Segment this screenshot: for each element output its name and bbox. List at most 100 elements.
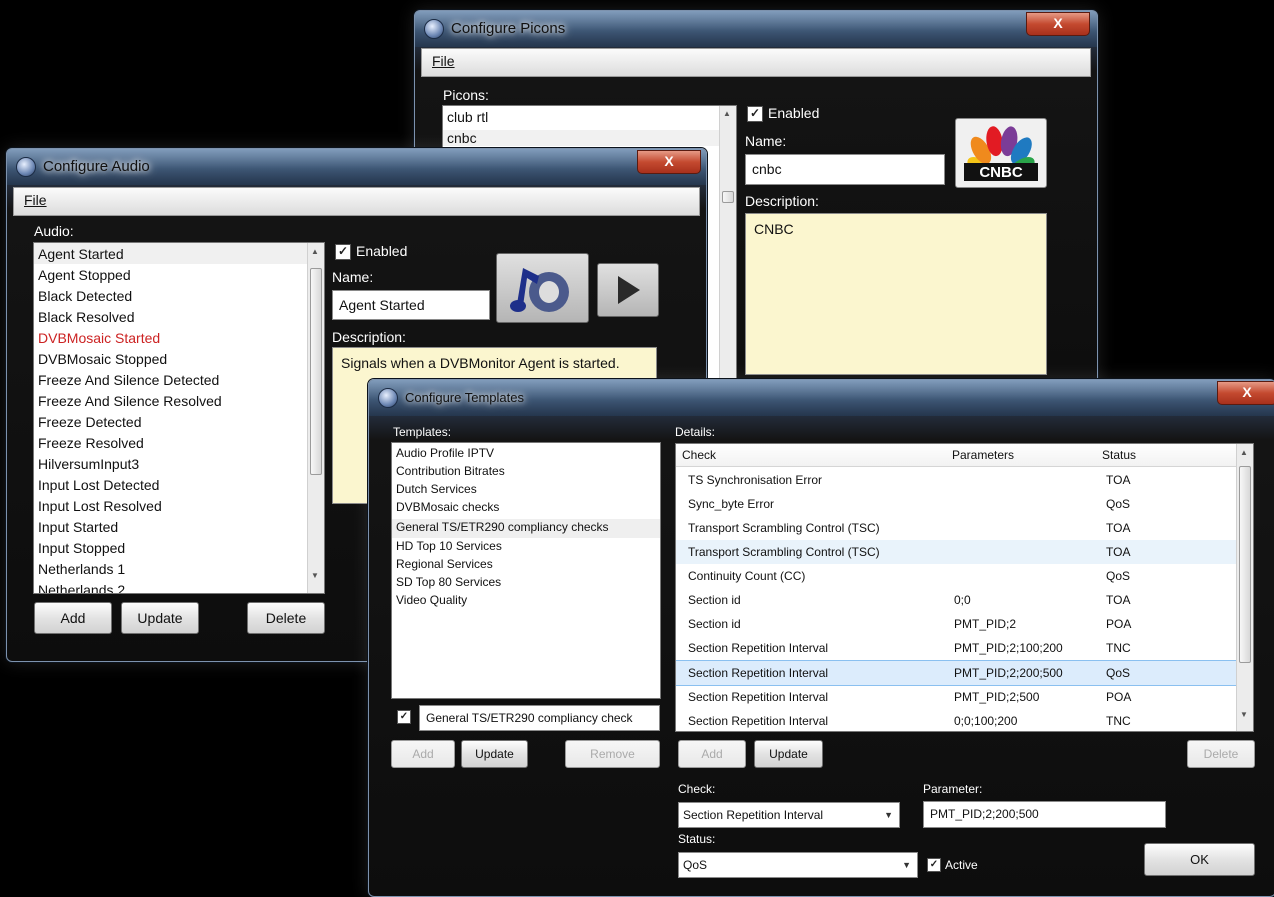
scroll-up-icon[interactable]: ▲ [723,109,731,118]
table-row-selected[interactable]: Section Repetition Interval PMT_PID;2;20… [676,660,1237,686]
cell-check: Continuity Count (CC) [688,569,806,583]
table-row[interactable]: Continuity Count (CC) QoS [676,564,1237,588]
list-item[interactable]: Input Lost Detected [38,477,159,493]
picons-name-input[interactable]: cnbc [745,154,945,185]
audio-scrollbar[interactable]: ▲ ▼ [307,243,324,593]
list-item[interactable]: Audio Profile IPTV [396,446,494,460]
details-scrollbar[interactable]: ▲ ▼ [1236,444,1253,731]
list-item[interactable]: DVBMosaic Started [38,330,160,346]
list-item[interactable]: Black Detected [38,288,132,304]
status-select-value: QoS [683,858,708,872]
list-item[interactable]: Dutch Services [396,482,477,496]
table-row[interactable]: Transport Scrambling Control (TSC) TOA [676,540,1237,564]
close-button[interactable]: X [1026,12,1090,36]
list-item[interactable]: Netherlands 2 [38,582,125,593]
table-row[interactable]: Section id 0;0 TOA [676,588,1237,612]
templates-title: Configure Templates [405,390,524,405]
add-button[interactable]: Add [34,602,112,634]
delete-button[interactable]: Delete [247,602,325,634]
list-item[interactable]: Agent Stopped [38,267,131,283]
active-checkbox[interactable]: ✓ [927,858,941,872]
list-item[interactable]: Contribution Bitrates [396,464,505,478]
list-item[interactable]: Input Stopped [38,540,125,556]
audio-titlebar[interactable]: Configure Audio X [7,149,706,185]
template-name-input[interactable]: General TS/ETR290 compliancy check [419,705,660,731]
scroll-thumb[interactable] [310,268,322,475]
list-item[interactable]: DVBMosaic Stopped [38,351,167,367]
cell-check: Section id [688,617,741,631]
details-grid[interactable]: Check Parameters Status TS Synchronisati… [675,443,1254,732]
list-item[interactable]: Black Resolved [38,309,135,325]
list-item[interactable]: DVBMosaic checks [396,500,499,514]
column-parameters[interactable]: Parameters [952,444,1014,466]
details-update-button[interactable]: Update [754,740,823,768]
close-button[interactable]: X [1217,381,1274,405]
template-remove-button[interactable]: Remove [565,740,660,768]
picons-enabled-checkbox[interactable]: ✓ [747,106,763,122]
templates-titlebar[interactable]: Configure Templates X [369,380,1274,416]
template-enabled-checkbox[interactable]: ✓ [397,710,411,724]
list-item[interactable]: cnbc [443,130,720,146]
list-item[interactable]: HilversumInput3 [38,456,139,472]
table-row[interactable]: Section Repetition Interval 0;0;100;200 … [676,709,1237,731]
templates-list[interactable]: Audio Profile IPTV Contribution Bitrates… [391,442,661,699]
cell-status: TOA [1106,545,1131,559]
picons-titlebar[interactable]: Configure Picons X [415,11,1097,47]
menu-file[interactable]: File [24,192,47,208]
status-select[interactable]: QoS ▼ [678,852,918,878]
scroll-down-icon[interactable]: ▼ [311,571,319,580]
list-item[interactable]: Freeze And Silence Detected [38,372,219,388]
check-select[interactable]: Section Repetition Interval ▼ [678,802,900,828]
list-item[interactable]: Agent Started [38,246,124,262]
template-update-button[interactable]: Update [461,740,528,768]
list-item[interactable]: HD Top 10 Services [396,539,502,553]
list-item[interactable]: Input Lost Resolved [38,498,162,514]
scroll-up-icon[interactable]: ▲ [1240,448,1248,457]
ok-button[interactable]: OK [1144,843,1255,876]
table-row[interactable]: TS Synchronisation Error TOA [676,468,1237,492]
scroll-down-icon[interactable]: ▼ [1240,710,1248,719]
play-button[interactable] [597,263,659,317]
scroll-thumb[interactable] [1239,466,1251,663]
update-button[interactable]: Update [121,602,199,634]
list-item[interactable]: Freeze And Silence Resolved [38,393,222,409]
table-row[interactable]: Section Repetition Interval PMT_PID;2;50… [676,685,1237,709]
audio-list[interactable]: Agent Started Agent Stopped Black Detect… [33,242,325,594]
list-item[interactable]: club rtl [447,109,488,125]
table-row[interactable]: Section id PMT_PID;2 POA [676,612,1237,636]
table-row[interactable]: Section Repetition Interval PMT_PID;2;10… [676,636,1237,660]
list-item[interactable]: Netherlands 1 [38,561,125,577]
list-item[interactable]: Freeze Resolved [38,435,144,451]
picons-list-label: Picons: [443,87,489,103]
cell-status: TOA [1106,593,1131,607]
menu-file[interactable]: File [432,53,455,69]
cell-check: Section Repetition Interval [688,641,829,655]
details-delete-button[interactable]: Delete [1187,740,1255,768]
list-item[interactable]: Input Started [38,519,118,535]
template-add-button[interactable]: Add [391,740,455,768]
column-check[interactable]: Check [682,444,716,466]
cell-params: 0;0;100;200 [954,714,1018,728]
cell-check: TS Synchronisation Error [688,473,823,487]
scroll-up-icon[interactable]: ▲ [311,247,319,256]
music-button[interactable] [496,253,589,323]
check-select-value: Section Repetition Interval [683,808,824,822]
table-row[interactable]: Sync_byte Error QoS [676,492,1237,516]
details-add-button[interactable]: Add [678,740,746,768]
column-status[interactable]: Status [1102,444,1136,466]
list-item[interactable]: Video Quality [396,593,467,607]
picons-scrollbar[interactable]: ▲ [719,106,736,406]
scroll-thumb[interactable] [722,191,734,203]
audio-enabled-checkbox[interactable]: ✓ [335,244,351,260]
cell-params: PMT_PID;2;200;500 [954,666,1063,680]
picons-description-input[interactable]: CNBC [745,213,1047,375]
play-icon [618,276,640,304]
close-button[interactable]: X [637,150,701,174]
table-row[interactable]: Transport Scrambling Control (TSC) TOA [676,516,1237,540]
parameter-input[interactable]: PMT_PID;2;200;500 [923,801,1166,828]
list-item[interactable]: Freeze Detected [38,414,142,430]
audio-name-input[interactable]: Agent Started [332,290,490,320]
list-item[interactable]: Regional Services [396,557,493,571]
list-item[interactable]: SD Top 80 Services [396,575,501,589]
list-item[interactable]: General TS/ETR290 compliancy checks [396,520,609,534]
